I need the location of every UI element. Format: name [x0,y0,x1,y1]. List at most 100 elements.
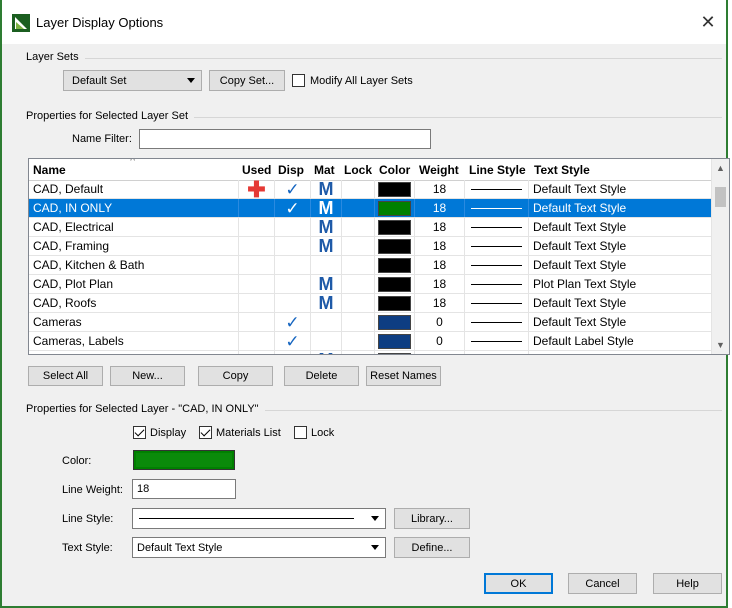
column-header-text-style[interactable]: Text Style [534,163,590,177]
used-cell[interactable] [239,237,275,256]
modify-all-layer-sets-checkbox[interactable] [292,74,305,87]
copy-set-button[interactable]: Copy Set... [209,70,285,91]
display-checkbox[interactable] [133,426,146,439]
materials-cell[interactable]: M [311,275,342,294]
table-row[interactable]: CAD, Plot Plan M 18 Plot Plan Text Style [29,275,711,294]
table-row[interactable]: CAD, Default ✚ ✓ M 18 Default Text Style [29,179,711,201]
layer-name-cell[interactable]: CAD, IN ONLY [29,199,239,218]
reset-names-button[interactable]: Reset Names [366,366,441,386]
lock-cell[interactable] [342,256,375,275]
copy-layer-button[interactable]: Copy [198,366,273,386]
ok-button[interactable]: OK [484,573,553,594]
used-cell[interactable] [239,275,275,294]
materials-cell[interactable] [311,332,342,351]
text-style-cell[interactable]: Default Label Style [529,332,711,351]
column-header-disp[interactable]: Disp [278,163,304,177]
weight-cell[interactable]: 18 [415,275,465,294]
column-header-line-style[interactable]: Line Style [469,163,526,177]
layer-name-cell[interactable]: Cameras, Labels [29,332,239,351]
help-button[interactable]: Help [653,573,722,594]
weight-cell[interactable]: 18 [415,199,465,218]
display-cell[interactable] [275,256,311,275]
display-cell[interactable] [275,275,311,294]
define-button[interactable]: Define... [394,537,470,558]
table-vertical-scrollbar[interactable]: ▲ ▼ [711,159,729,354]
color-cell[interactable] [375,275,415,294]
column-header-lock[interactable]: Lock [344,163,372,177]
used-cell[interactable] [239,256,275,275]
table-row[interactable]: Cameras ✓ 0 Default Text Style [29,313,711,332]
library-button[interactable]: Library... [394,508,470,529]
lock-checkbox[interactable] [294,426,307,439]
weight-cell[interactable]: 18 [415,218,465,237]
weight-cell[interactable]: 18 [415,294,465,313]
lock-cell[interactable] [342,237,375,256]
color-cell[interactable] [375,199,415,218]
display-cell[interactable] [275,237,311,256]
column-header-mat[interactable]: Mat [314,163,335,177]
lock-cell[interactable] [342,180,375,199]
text-style-cell[interactable]: Default Text Style [529,237,711,256]
layer-name-cell[interactable]: Cameras [29,313,239,332]
line-weight-input[interactable]: 18 [132,479,236,499]
display-cell[interactable] [275,294,311,313]
text-style-cell[interactable]: Default Text Style [529,294,711,313]
scroll-up-arrow-icon[interactable]: ▲ [716,163,725,173]
layer-name-cell[interactable]: CAD, Kitchen & Bath [29,256,239,275]
delete-layer-button[interactable]: Delete [284,366,359,386]
color-cell[interactable] [375,313,415,332]
display-cell[interactable] [275,218,311,237]
display-cell[interactable]: ✓ [275,180,311,199]
used-cell[interactable]: ✚ [239,179,275,201]
layer-color-swatch-button[interactable] [133,450,235,470]
materials-cell[interactable] [311,256,342,275]
cancel-button[interactable]: Cancel [568,573,637,594]
layer-name-cell[interactable] [29,351,239,354]
text-style-cell[interactable]: Default Text Style [529,256,711,275]
materials-cell[interactable]: M [311,294,342,313]
display-cell[interactable]: ✓ [275,332,311,351]
weight-cell[interactable]: 18 [415,256,465,275]
materials-list-checkbox[interactable] [199,426,212,439]
line-style-cell[interactable] [465,294,529,313]
color-cell[interactable] [375,294,415,313]
lock-cell[interactable] [342,313,375,332]
weight-cell[interactable]: 18 [415,237,465,256]
weight-cell[interactable]: 0 [415,332,465,351]
used-cell[interactable] [239,313,275,332]
color-cell[interactable] [375,218,415,237]
color-cell[interactable] [375,351,415,354]
materials-cell[interactable]: M [311,351,342,354]
materials-cell[interactable]: M [311,237,342,256]
column-header-color[interactable]: Color [379,163,410,177]
used-cell[interactable] [239,332,275,351]
lock-cell[interactable] [342,294,375,313]
lock-cell[interactable] [342,275,375,294]
line-style-cell[interactable] [465,199,529,218]
layer-name-cell[interactable]: CAD, Default [29,180,239,199]
weight-cell[interactable]: 18 [415,180,465,199]
materials-cell[interactable] [311,313,342,332]
line-style-cell[interactable] [465,313,529,332]
table-row[interactable]: CAD, Roofs M 18 Default Text Style [29,294,711,313]
lock-cell[interactable] [342,351,375,354]
text-style-cell[interactable]: Default Text Style [529,199,711,218]
used-cell[interactable] [239,351,275,354]
scroll-down-arrow-icon[interactable]: ▼ [716,340,725,350]
display-cell[interactable]: ✓ [275,199,311,218]
used-cell[interactable] [239,294,275,313]
text-style-cell[interactable]: Plot Plan Text Style [529,275,711,294]
text-style-cell[interactable]: Default Text Style [529,313,711,332]
color-cell[interactable] [375,256,415,275]
used-cell[interactable] [239,218,275,237]
table-row[interactable]: CAD, IN ONLY ✓ M 18 Default Text Style [29,199,711,218]
layer-name-cell[interactable]: CAD, Roofs [29,294,239,313]
close-button[interactable]: ✕ [696,10,720,34]
color-cell[interactable] [375,332,415,351]
text-style-cell[interactable]: Default Text Style [529,180,711,199]
line-style-cell[interactable] [465,275,529,294]
layer-name-cell[interactable]: CAD, Plot Plan [29,275,239,294]
layer-name-cell[interactable]: CAD, Electrical [29,218,239,237]
column-header-name[interactable]: Name [33,163,66,177]
layer-name-cell[interactable]: CAD, Framing [29,237,239,256]
